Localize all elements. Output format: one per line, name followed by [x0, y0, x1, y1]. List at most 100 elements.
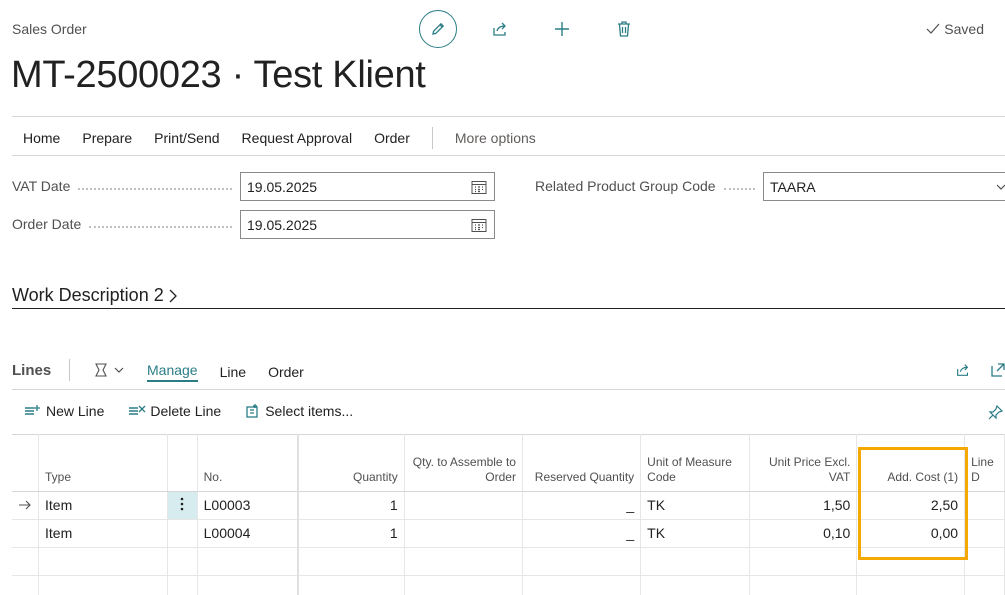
menu-print-send[interactable]: Print/Send — [143, 130, 230, 146]
delete-icon — [618, 21, 630, 37]
vat-date-label: VAT Date — [12, 178, 240, 194]
tab-order[interactable]: Order — [268, 364, 304, 380]
cell-no[interactable]: L00004 — [197, 519, 299, 548]
cell-type[interactable]: Item — [38, 491, 169, 520]
menu-home[interactable]: Home — [12, 130, 71, 146]
col-no[interactable]: No. — [197, 434, 299, 492]
cell-reserved-quantity[interactable]: _ — [522, 491, 642, 520]
select-items-button[interactable]: Select items... — [245, 403, 353, 419]
menu-request-approval[interactable]: Request Approval — [231, 130, 364, 146]
row-selector — [12, 519, 39, 548]
new-line-button[interactable]: New Line — [24, 403, 104, 419]
cell-unit-price[interactable]: 1,50 — [749, 491, 858, 520]
vat-date-value: 19.05.2025 — [247, 178, 318, 195]
cell-unit-of-measure[interactable]: TK — [640, 519, 750, 548]
calendar-icon[interactable] — [471, 179, 487, 195]
cell-unit-price[interactable] — [749, 547, 858, 576]
cell-quantity[interactable] — [296, 575, 405, 595]
delete-button[interactable] — [605, 10, 643, 48]
table-row[interactable]: Item L00004 1 _ TK 0,10 0,00 — [12, 519, 1005, 548]
cell-line-d[interactable] — [964, 575, 1005, 595]
expand-icon — [991, 363, 1005, 377]
cell-qty-assemble[interactable] — [404, 547, 523, 576]
cell-add-cost[interactable] — [856, 575, 966, 595]
lines-title: Lines — [12, 362, 52, 379]
edit-button[interactable] — [419, 10, 457, 48]
edit-icon — [432, 22, 445, 35]
cell-type[interactable] — [38, 575, 169, 595]
tab-manage[interactable]: Manage — [147, 362, 198, 382]
cell-quantity[interactable]: 1 — [296, 519, 405, 548]
col-unit-of-measure[interactable]: Unit of Measure Code — [640, 434, 750, 492]
cell-qty-assemble[interactable] — [404, 575, 523, 595]
cell-no[interactable] — [197, 575, 299, 595]
cell-qty-assemble[interactable] — [404, 491, 523, 520]
menu-divider-top — [12, 116, 1005, 117]
menu-separator — [431, 127, 433, 149]
menu-more-options[interactable]: More options — [444, 130, 547, 146]
cell-line-d[interactable] — [964, 519, 1005, 548]
cell-qty-assemble[interactable] — [404, 519, 523, 548]
cell-no[interactable]: L00003 — [197, 491, 299, 520]
cell-unit-of-measure[interactable]: TK — [640, 491, 750, 520]
related-product-group-select[interactable]: TAARA — [763, 172, 1005, 201]
work-description-header[interactable]: Work Description 2 — [12, 285, 178, 306]
col-reserved-quantity[interactable]: Reserved Quantity — [522, 434, 642, 492]
cell-type[interactable]: Item — [38, 519, 169, 548]
select-items-icon — [246, 404, 258, 418]
cell-no[interactable] — [197, 547, 299, 576]
saved-status: Saved — [926, 21, 984, 37]
cell-quantity[interactable] — [296, 547, 405, 576]
grid-header-row: Type No. Quantity Qty. to Assemble to Or… — [12, 434, 1005, 492]
share-icon — [493, 22, 506, 36]
cell-unit-price[interactable]: 0,10 — [749, 519, 858, 548]
cell-line-d[interactable] — [964, 547, 1005, 576]
table-row-empty[interactable] — [12, 575, 1005, 595]
lines-grid: Type No. Quantity Qty. to Assemble to Or… — [12, 434, 1005, 595]
table-row-empty[interactable] — [12, 547, 1005, 576]
delete-line-button[interactable]: Delete Line — [128, 403, 221, 419]
order-date-field[interactable]: 19.05.2025 — [240, 210, 495, 239]
analysis-menu[interactable] — [92, 362, 124, 378]
calendar-icon[interactable] — [471, 217, 487, 233]
row-menu-button[interactable] — [167, 491, 198, 520]
tab-line[interactable]: Line — [220, 364, 246, 380]
col-line-d[interactable]: Line D — [964, 434, 1005, 492]
cell-quantity[interactable]: 1 — [296, 491, 405, 520]
cell-reserved-quantity[interactable] — [522, 575, 642, 595]
new-line-label: New Line — [46, 403, 105, 419]
menu-prepare[interactable]: Prepare — [71, 130, 143, 146]
lines-tabs: Manage Line Order — [147, 362, 326, 382]
vat-date-field[interactable]: 19.05.2025 — [240, 172, 495, 201]
col-quantity[interactable]: Quantity — [296, 434, 405, 492]
col-unit-price[interactable]: Unit Price Excl. VAT — [749, 434, 858, 492]
saved-label: Saved — [944, 21, 984, 37]
row-selector — [12, 547, 39, 576]
pin-button[interactable] — [988, 404, 1004, 425]
related-product-group-value: TAARA — [770, 178, 816, 195]
row-current-indicator — [12, 491, 39, 520]
col-type[interactable]: Type — [38, 434, 169, 492]
cell-reserved-quantity[interactable]: _ — [522, 519, 642, 548]
header-actions — [419, 10, 643, 48]
cell-reserved-quantity[interactable] — [522, 547, 642, 576]
work-description-title: Work Description 2 — [12, 285, 164, 305]
add-cost-highlight — [858, 447, 968, 560]
select-items-label: Select items... — [265, 403, 354, 419]
lines-share-button[interactable] — [955, 362, 971, 383]
add-button[interactable] — [543, 10, 581, 48]
cell-unit-price[interactable] — [749, 575, 858, 595]
row-menu-cell — [167, 575, 198, 595]
cell-type[interactable] — [38, 547, 169, 576]
lines-expand-button[interactable] — [990, 362, 1005, 383]
new-line-icon — [25, 405, 40, 415]
menu-order[interactable]: Order — [363, 130, 421, 146]
check-icon — [926, 23, 940, 34]
share-button[interactable] — [481, 10, 519, 48]
cell-unit-of-measure[interactable] — [640, 575, 750, 595]
cell-unit-of-measure[interactable] — [640, 547, 750, 576]
order-date-label: Order Date — [12, 216, 240, 232]
col-qty-assemble[interactable]: Qty. to Assemble to Order — [404, 434, 523, 492]
cell-line-d[interactable] — [964, 491, 1005, 520]
table-row[interactable]: Item L00003 1 _ TK 1,50 2,50 — [12, 491, 1005, 520]
